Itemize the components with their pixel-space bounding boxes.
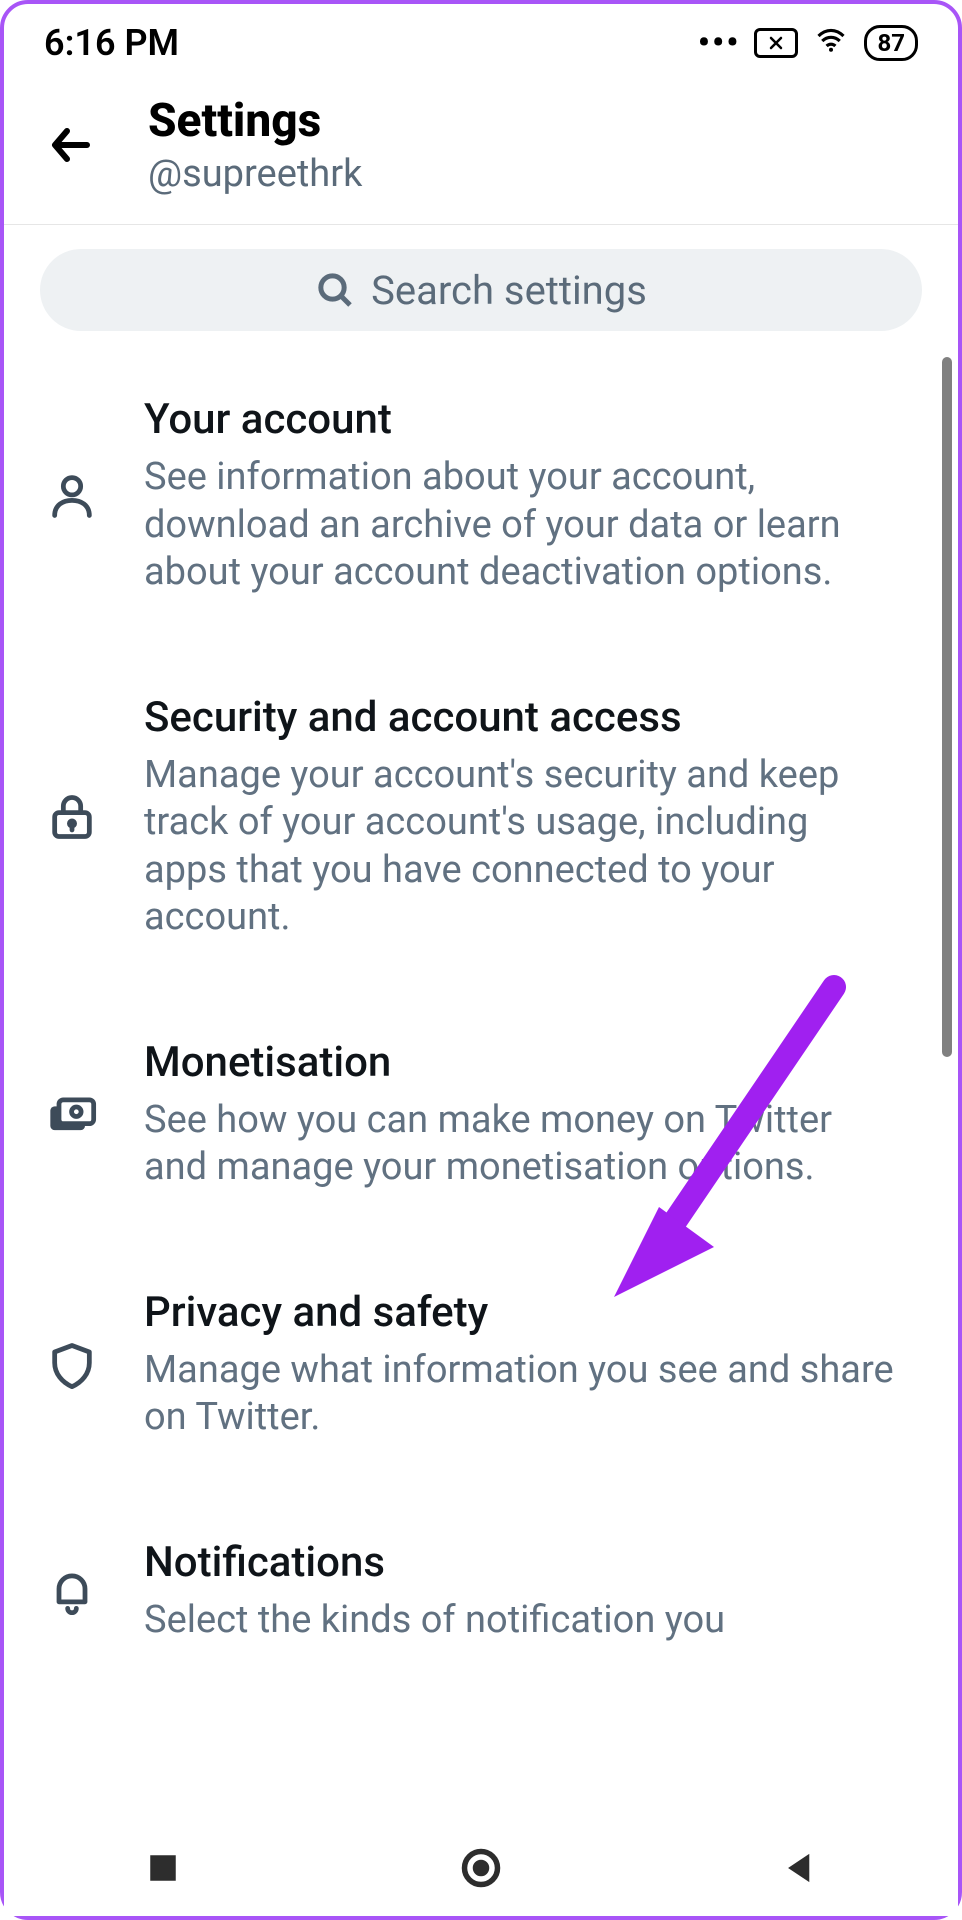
page-title: Settings [148,94,362,148]
android-nav-bar [4,1820,958,1916]
battery-indicator: 87 [864,25,918,61]
search-placeholder: Search settings [371,267,647,314]
lock-icon [40,791,104,843]
battery-percent: 87 [877,29,905,57]
search-container: Search settings [4,225,958,347]
settings-item-description: See how you can make money on Twitter an… [144,1097,898,1192]
settings-item-title: Privacy and safety [144,1288,898,1337]
settings-item-security[interactable]: Security and account access Manage your … [4,645,958,990]
settings-item-description: Manage what information you see and shar… [144,1347,898,1442]
status-right: ••• 87 [698,25,918,61]
settings-item-title: Notifications [144,1538,898,1587]
nav-recent-button[interactable] [133,1838,193,1898]
settings-item-notifications[interactable]: Notifications Select the kinds of notifi… [4,1490,958,1693]
back-button[interactable] [44,118,98,172]
nav-back-button[interactable] [769,1838,829,1898]
settings-item-monetisation[interactable]: Monetisation See how you can make money … [4,990,958,1240]
wifi-icon [812,26,850,60]
shield-icon [40,1339,104,1391]
settings-item-title: Your account [144,395,898,444]
nav-home-button[interactable] [451,1838,511,1898]
settings-item-description: Select the kinds of notification you [144,1597,898,1645]
no-sim-icon [754,28,798,58]
settings-list: Your account See information about your … [4,347,958,1812]
app-header: Settings @supreethrk [4,74,958,225]
settings-item-text: Security and account access Manage your … [144,693,918,942]
settings-item-text: Monetisation See how you can make money … [144,1038,918,1192]
settings-item-text: Your account See information about your … [144,395,918,597]
settings-item-description: Manage your account's security and keep … [144,752,898,942]
bell-icon [40,1565,104,1617]
settings-item-description: See information about your account, down… [144,454,898,597]
settings-item-text: Privacy and safety Manage what informati… [144,1288,918,1442]
settings-item-your-account[interactable]: Your account See information about your … [4,347,958,645]
settings-item-privacy-safety[interactable]: Privacy and safety Manage what informati… [4,1240,958,1490]
settings-item-title: Monetisation [144,1038,898,1087]
more-dots-icon: ••• [698,35,741,52]
settings-item-text: Notifications Select the kinds of notifi… [144,1538,918,1645]
page-subtitle: @supreethrk [148,152,362,196]
status-time: 6:16 PM [44,22,179,64]
search-icon [315,270,355,310]
status-bar: 6:16 PM ••• 87 [4,4,958,74]
scrollbar[interactable] [942,357,952,1057]
header-text: Settings @supreethrk [148,94,362,196]
person-icon [40,470,104,522]
search-input[interactable]: Search settings [40,249,922,331]
money-icon [40,1089,104,1141]
settings-item-title: Security and account access [144,693,898,742]
